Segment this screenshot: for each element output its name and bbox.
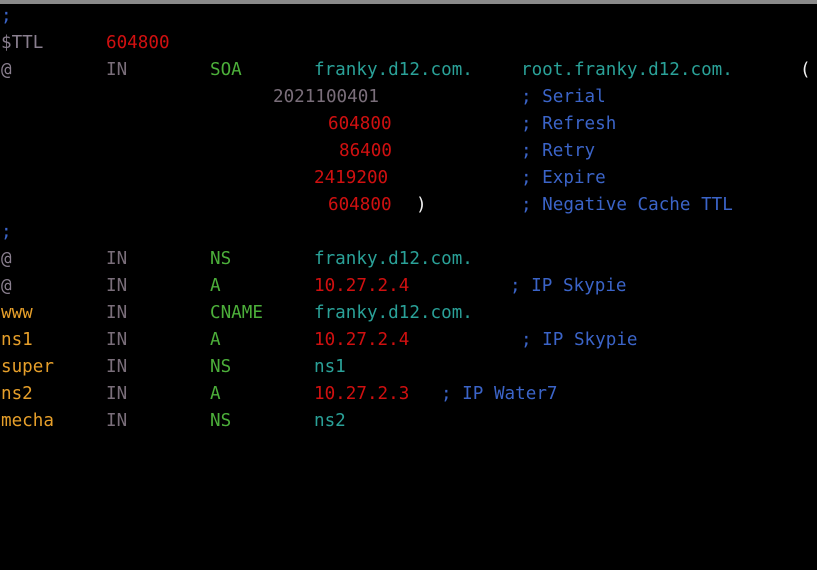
close-paren: ) bbox=[416, 195, 427, 215]
soa-refresh-value: 604800 bbox=[328, 114, 392, 134]
record-data-ip: 10.27.2.4 bbox=[314, 276, 410, 296]
comment-text: ; IP Skypie bbox=[521, 330, 638, 350]
record-type: NS bbox=[210, 249, 232, 269]
zone-line: ns2 IN A 10.27.2.3 ; IP Water7 bbox=[1, 381, 817, 408]
zone-line: ns1 IN A 10.27.2.4 ; IP Skypie bbox=[1, 327, 817, 354]
zone-line: www IN CNAME franky.d12.com. bbox=[1, 300, 817, 327]
record-name: super bbox=[1, 357, 54, 377]
open-paren: ( bbox=[800, 60, 811, 80]
record-class: IN bbox=[106, 249, 128, 269]
comment-text: ; Retry bbox=[521, 141, 596, 161]
record-class: IN bbox=[106, 411, 128, 431]
ttl-directive: $TTL bbox=[1, 33, 44, 53]
zone-line: 604800 ; Refresh bbox=[1, 111, 817, 138]
comment-text: ; bbox=[1, 6, 12, 26]
soa-admin-email: root.franky.d12.com. bbox=[521, 60, 733, 80]
record-type: A bbox=[210, 330, 221, 350]
record-name: @ bbox=[1, 276, 12, 296]
record-data: ns1 bbox=[314, 357, 346, 377]
soa-expire-value: 2419200 bbox=[314, 168, 389, 188]
record-type: NS bbox=[210, 411, 232, 431]
record-data: ns2 bbox=[314, 411, 346, 431]
record-type: SOA bbox=[210, 60, 242, 80]
record-name: @ bbox=[1, 60, 12, 80]
ttl-value: 604800 bbox=[106, 33, 170, 53]
zone-line: ; bbox=[1, 3, 817, 30]
soa-retry-value: 86400 bbox=[339, 141, 392, 161]
comment-text: ; bbox=[1, 222, 12, 242]
record-name: www bbox=[1, 303, 33, 323]
soa-negative-ttl-value: 604800 bbox=[328, 195, 392, 215]
zone-line: 2021100401 ; Serial bbox=[1, 84, 817, 111]
record-data: franky.d12.com. bbox=[314, 303, 473, 323]
zone-line: 604800 ) ; Negative Cache TTL bbox=[1, 192, 817, 219]
record-class: IN bbox=[106, 357, 128, 377]
record-data-ip: 10.27.2.3 bbox=[314, 384, 410, 404]
record-class: IN bbox=[106, 330, 128, 350]
record-data: franky.d12.com. bbox=[314, 249, 473, 269]
zone-line: @ IN A 10.27.2.4 ; IP Skypie bbox=[1, 273, 817, 300]
soa-primary-ns: franky.d12.com. bbox=[314, 60, 473, 80]
comment-text: ; IP Water7 bbox=[441, 384, 558, 404]
zone-line: $TTL 604800 bbox=[1, 30, 817, 57]
comment-text: ; Refresh bbox=[521, 114, 617, 134]
record-data-ip: 10.27.2.4 bbox=[314, 330, 410, 350]
zone-line: @ IN NS franky.d12.com. bbox=[1, 246, 817, 273]
zone-line: mecha IN NS ns2 bbox=[1, 408, 817, 435]
zone-line: ; bbox=[1, 219, 817, 246]
record-class: IN bbox=[106, 384, 128, 404]
comment-text: ; Serial bbox=[521, 87, 606, 107]
record-class: IN bbox=[106, 60, 128, 80]
comment-text: ; IP Skypie bbox=[510, 276, 627, 296]
zone-line: 2419200 ; Expire bbox=[1, 165, 817, 192]
record-class: IN bbox=[106, 303, 128, 323]
zone-line: 86400 ; Retry bbox=[1, 138, 817, 165]
soa-serial-value: 2021100401 bbox=[273, 87, 379, 107]
record-name: @ bbox=[1, 249, 12, 269]
record-type: NS bbox=[210, 357, 232, 377]
comment-text: ; Negative Cache TTL bbox=[521, 195, 733, 215]
record-type: A bbox=[210, 276, 221, 296]
comment-text: ; Expire bbox=[521, 168, 606, 188]
zone-line: @ IN SOA franky.d12.com. root.franky.d12… bbox=[1, 57, 817, 84]
zone-line: super IN NS ns1 bbox=[1, 354, 817, 381]
record-type: A bbox=[210, 384, 221, 404]
record-type: CNAME bbox=[210, 303, 263, 323]
record-name: mecha bbox=[1, 411, 54, 431]
record-class: IN bbox=[106, 276, 128, 296]
record-name: ns1 bbox=[1, 330, 33, 350]
terminal-editor[interactable]: ; $TTL 604800 @ IN SOA franky.d12.com. r… bbox=[1, 3, 817, 442]
record-name: ns2 bbox=[1, 384, 33, 404]
